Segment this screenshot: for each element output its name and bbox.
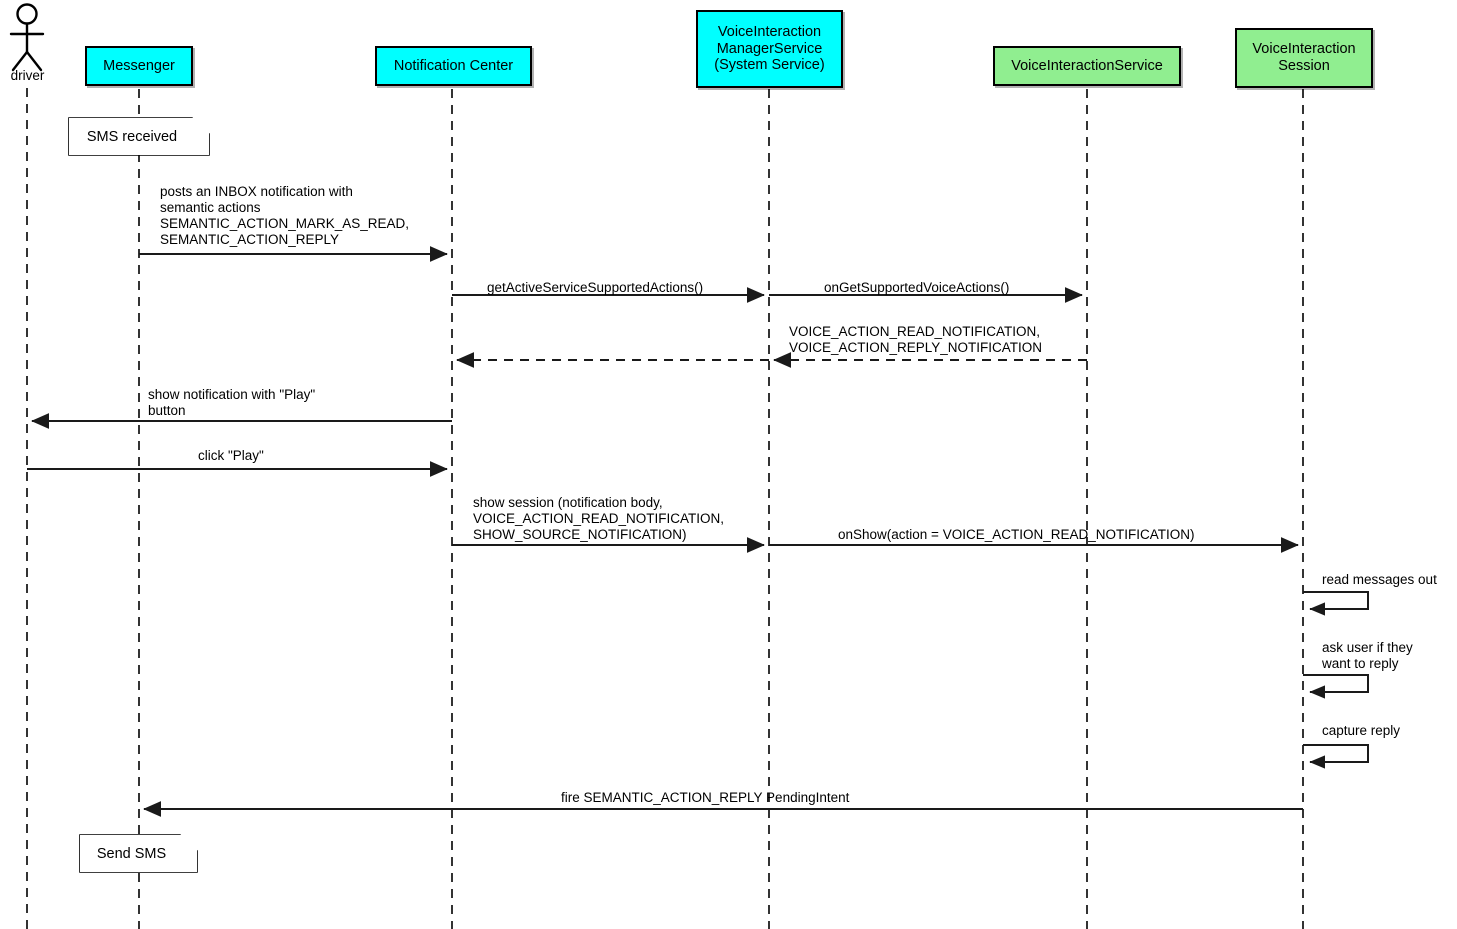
arrow-capture-reply [1303,744,1369,769]
message-label-read-messages-out: read messages out [1322,572,1437,587]
message-label-capture-reply: capture reply [1322,723,1401,738]
message-label-ask-user-reply: ask user if they want to reply [1322,640,1413,672]
participant-label-notification-center: Notification Center [393,57,514,74]
note-send-sms: Send SMS [80,835,197,872]
arrow-read-messages-out [1303,591,1369,616]
participant-voice-interaction-manager-service[interactable]: VoiceInteraction ManagerService (System … [696,10,843,88]
note-label-sms-received: SMS received [86,128,178,145]
message-label-show-session: show session (notification body, VOICE_A… [473,495,725,543]
participant-label-voice-interaction-service: VoiceInteractionService [1011,57,1163,74]
participant-label-voice-interaction-manager-service: VoiceInteraction ManagerService (System … [714,23,825,74]
note-label-send-sms: Send SMS [96,845,167,862]
participant-voice-interaction-session[interactable]: VoiceInteraction Session [1235,28,1373,88]
message-label-click-play: click "Play" [198,448,264,463]
participant-messenger[interactable]: Messenger [85,46,193,86]
participant-notification-center[interactable]: Notification Center [375,46,532,86]
message-label-fire-pending-intent: fire SEMANTIC_ACTION_REPLY PendingIntent [561,790,850,805]
participant-voice-interaction-service[interactable]: VoiceInteractionService [993,46,1181,86]
message-label-voice-actions-return: VOICE_ACTION_READ_NOTIFICATION, VOICE_AC… [789,324,1043,356]
message-label-on-show: onShow(action = VOICE_ACTION_READ_NOTIFI… [838,527,1195,542]
participant-label-messenger: Messenger [103,57,175,74]
message-label-get-active-service-supported-actions: getActiveServiceSupportedActions() [487,280,704,295]
message-label-show-notification: show notification with "Play" button [148,387,316,419]
sequence-diagram: driver Messenger Notification Center Voi… [0,0,1457,929]
message-label-post-notification: posts an INBOX notification with semanti… [160,184,410,248]
actor-label-driver: driver [10,68,45,83]
actor-driver-figure [9,3,45,72]
participant-label-voice-interaction-session: VoiceInteraction Session [1252,41,1356,74]
note-sms-received: SMS received [69,118,209,155]
arrow-ask-user-reply [1303,674,1369,699]
message-label-on-get-supported-voice-actions: onGetSupportedVoiceActions() [824,280,1010,295]
